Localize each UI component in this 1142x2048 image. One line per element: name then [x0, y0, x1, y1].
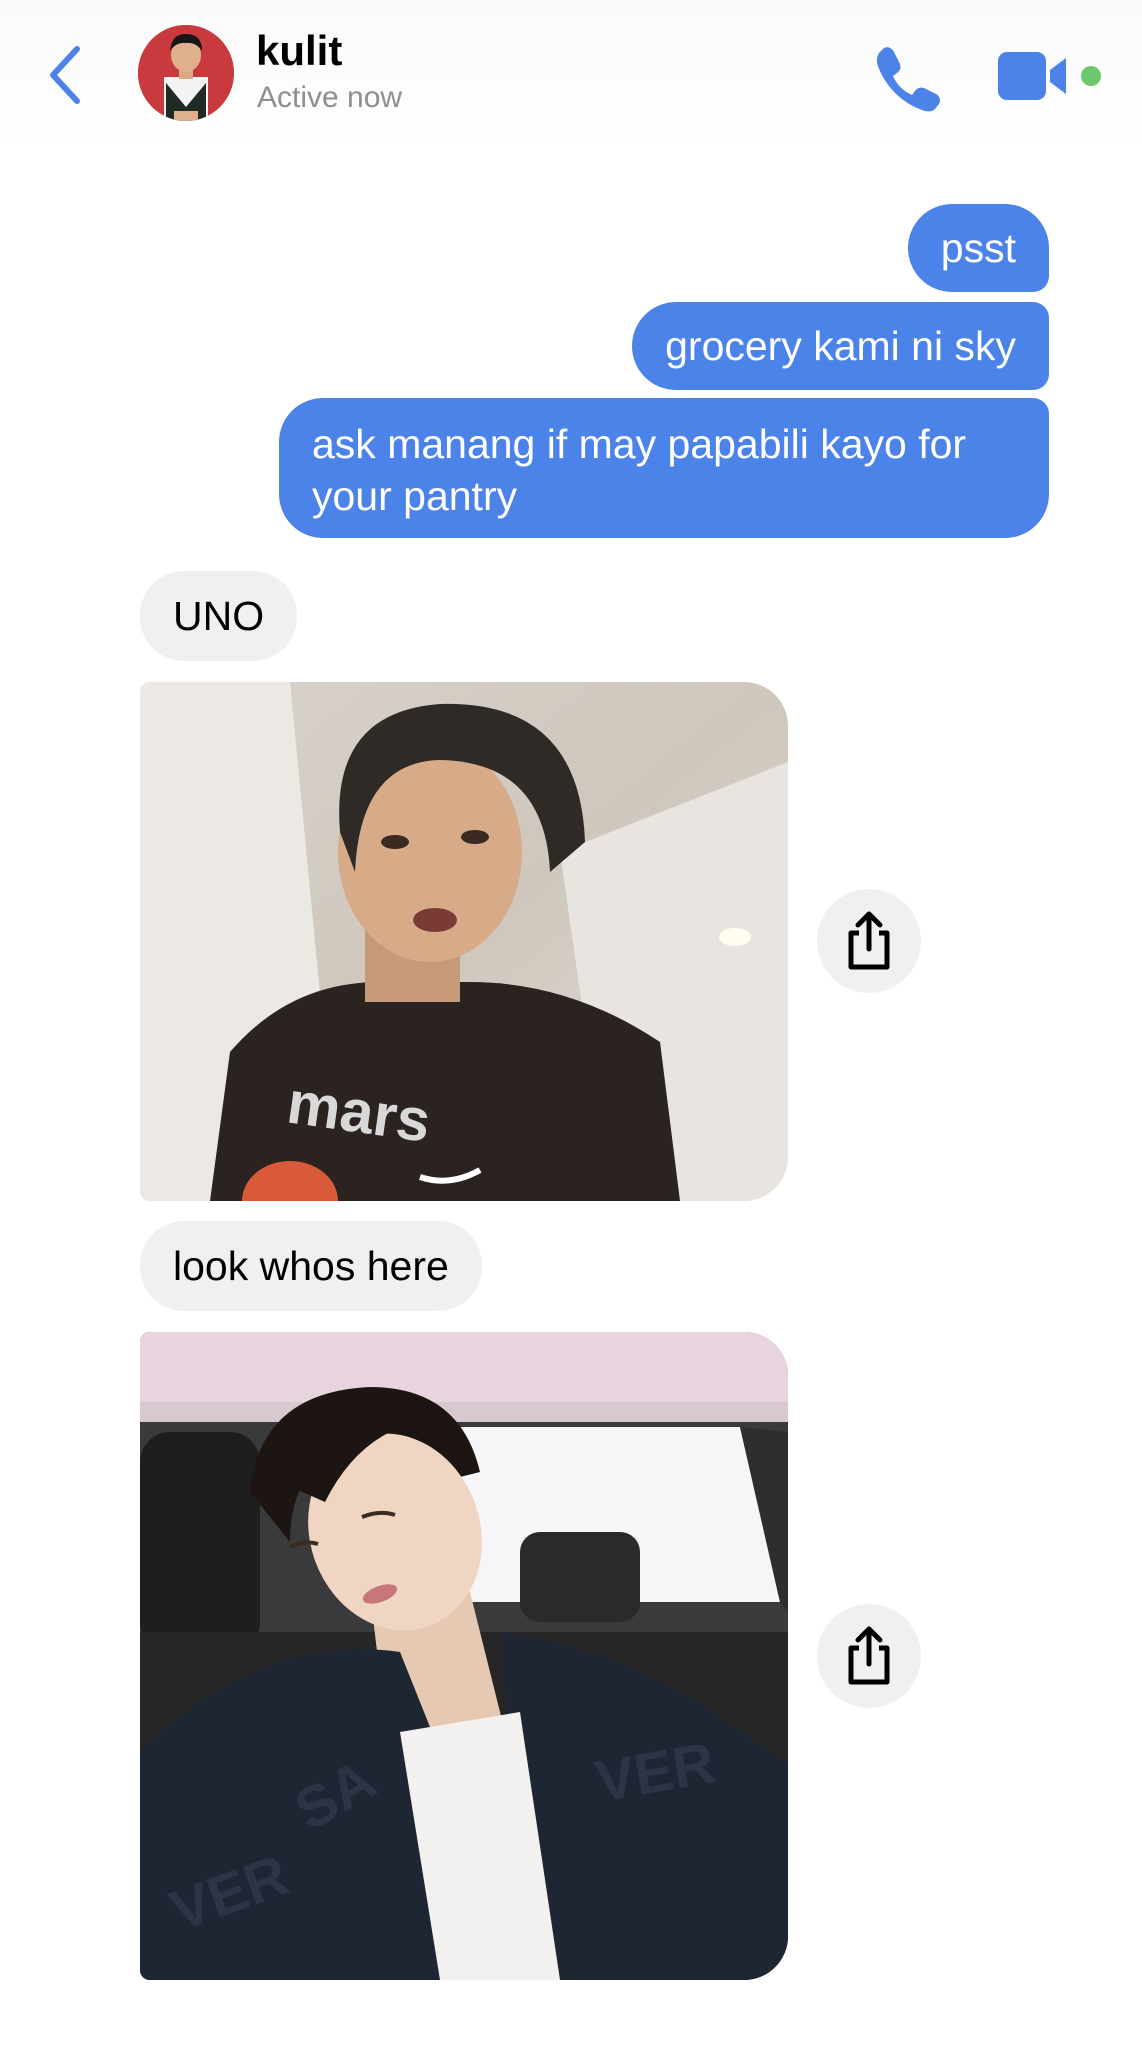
incoming-message[interactable]: UNO: [140, 571, 298, 661]
message-text: look whos here: [173, 1243, 449, 1289]
message-text: ask manang if may papabili kayo for your…: [312, 421, 967, 519]
contact-name[interactable]: kulit: [256, 26, 342, 76]
active-status: Active now: [257, 81, 403, 114]
share-button[interactable]: [817, 889, 921, 993]
photo-image: mars: [140, 682, 788, 1201]
message-text: grocery kami ni sky: [665, 323, 1016, 369]
share-icon: [848, 911, 890, 970]
photo-image: VER VER SA: [140, 1332, 788, 1980]
video-call-button[interactable]: [996, 48, 1106, 104]
avatar-image: [138, 25, 234, 121]
contact-avatar[interactable]: [138, 25, 234, 121]
audio-call-button[interactable]: [870, 40, 942, 112]
phone-icon: [876, 47, 940, 112]
chevron-left-icon: [50, 46, 80, 104]
message-text: psst: [940, 225, 1016, 271]
share-button[interactable]: [817, 1604, 921, 1708]
online-dot: [1081, 66, 1101, 86]
incoming-photo[interactable]: VER VER SA: [140, 1332, 788, 1980]
incoming-photo[interactable]: mars: [140, 682, 788, 1201]
outgoing-message[interactable]: grocery kami ni sky: [632, 302, 1049, 390]
outgoing-message[interactable]: psst: [907, 204, 1049, 292]
share-icon: [848, 1626, 890, 1685]
chat-header: kulit Active now: [0, 0, 1142, 150]
back-button[interactable]: [40, 40, 90, 110]
message-text: UNO: [173, 593, 265, 639]
video-camera-icon: [998, 52, 1101, 100]
outgoing-message[interactable]: ask manang if may papabili kayo for your…: [279, 398, 1049, 538]
incoming-message[interactable]: look whos here: [140, 1221, 482, 1311]
